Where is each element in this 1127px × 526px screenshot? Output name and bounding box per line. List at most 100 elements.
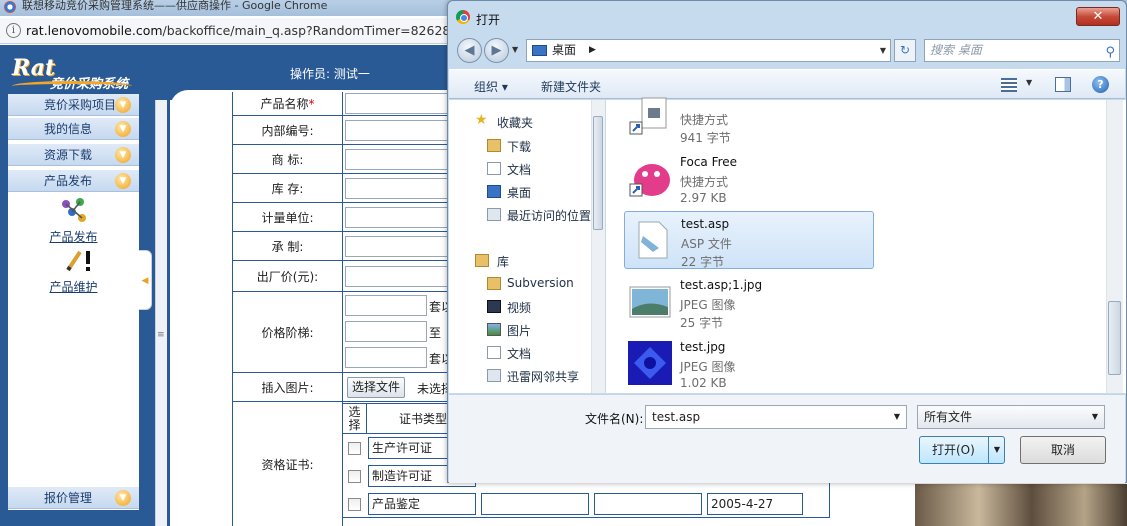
nav-recent-places[interactable]: 最近访问的位置 [507,207,591,224]
search-icon[interactable]: ⚲ [1105,42,1115,63]
sidebar-item-label: 资源下载 [44,148,93,162]
cancel-button[interactable]: 取消 [1020,436,1106,464]
chevron-down-icon[interactable]: ▼ [880,40,886,61]
cert-checkbox-2[interactable] [348,470,361,483]
cert-number-input-3[interactable] [481,493,589,515]
file-size: 25 字节 [680,316,724,330]
search-input[interactable]: 搜索 桌面 ⚲ [924,39,1120,62]
price-tier-input-3[interactable] [345,347,427,368]
preview-pane-icon[interactable] [1055,77,1071,92]
file-open-dialog: 打开 ✕ ◀ ▶ ▼ 桌面 ▶ ▼ ↻ 搜索 桌面 ⚲ 组织 ▾ 新建文件夹 ▼… [447,0,1127,483]
refresh-icon[interactable]: ↻ [894,39,916,62]
nav-favorites[interactable]: 收藏夹 [497,114,533,131]
breadcrumb-desktop[interactable]: 桌面 [552,40,576,61]
view-icon[interactable] [1001,78,1017,92]
product-name-input[interactable] [345,93,461,114]
sidebar-item-my-info[interactable]: 我的信息 ▼ [8,118,139,140]
chevron-down-icon[interactable]: ▼ [115,173,131,189]
open-button[interactable]: 打开(O) ▼ [919,436,1005,464]
field-label: 承 制: [233,232,343,260]
stock-input[interactable] [345,178,461,199]
cert-checkbox-1[interactable] [348,442,361,455]
info-icon[interactable]: i [6,23,21,38]
back-arrow-icon[interactable]: ◀ [457,38,482,63]
file-type: ASP 文件 [681,237,732,251]
file-list-scrollbar-thumb[interactable] [1108,301,1121,375]
network-share-icon [487,369,501,382]
cert-checkbox-3[interactable] [348,498,361,511]
file-item[interactable]: test.asp;1.jpg JPEG 图像 25 字节 [624,273,874,331]
forward-arrow-icon[interactable]: ▶ [484,38,509,63]
filetype-select[interactable]: 所有文件 ▼ [917,405,1105,429]
chevron-down-icon[interactable]: ▼ [115,147,131,163]
address-bar[interactable]: i rat.lenovomobile.com/backoffice/main_q… [0,18,480,44]
chevron-down-icon[interactable]: ▼ [115,490,131,506]
pictures-icon [487,323,501,336]
price-tier-input-1[interactable] [345,295,427,316]
file-item[interactable]: test.jpg JPEG 图像 1.02 KB [624,335,874,393]
field-label: 计量单位: [233,203,343,231]
form-row-insert-image: 插入图片: 选择文件 未选择 [233,373,461,402]
open-split-dropdown-icon[interactable]: ▼ [988,437,1005,463]
url-text[interactable]: rat.lenovomobile.com/backoffice/main_q.a… [26,23,480,38]
nav-documents[interactable]: 文档 [507,161,531,178]
nav-thunder-share[interactable]: 迅雷网邻共享 [507,368,579,385]
nav-library[interactable]: 库 [497,253,509,270]
unit-input[interactable] [345,207,461,228]
price-tier-input-2[interactable] [345,321,427,342]
logo-swoosh [12,81,132,91]
sidebar-item-label: 我的信息 [44,122,93,136]
organize-menu[interactable]: 组织 ▾ [474,78,508,95]
nav-videos[interactable]: 视频 [507,299,531,316]
chevron-down-icon[interactable]: ▼ [115,121,131,137]
nav-subversion[interactable]: Subversion [507,276,574,290]
nav-desktop[interactable]: 桌面 [507,184,531,201]
product-maintain-icon[interactable] [64,248,94,274]
sidebar: 竞价采购项目 ▼ 我的信息 ▼ 资源下载 ▼ 产品发布 ▼ 产品发布 产品维护 … [8,94,139,510]
frame-scrollbar[interactable]: ≡ [155,100,167,526]
history-dropdown-icon[interactable]: ▼ [512,45,518,54]
sidebar-item-downloads[interactable]: 资源下载 ▼ [8,144,139,166]
chevron-down-icon[interactable]: ▼ [115,97,131,113]
filename-input[interactable]: test.asp ▼ [645,405,907,429]
file-item[interactable]: 快捷方式 941 字节 [624,88,874,146]
cert-date-input-3[interactable]: 2005-4-27 [707,493,803,515]
sidebar-collapse-handle[interactable]: ◀ [139,250,152,310]
sub-link-product-maintain[interactable]: 产品维护 [8,278,139,295]
brand-input[interactable] [345,149,461,170]
field-label: 内部编号: [233,116,343,144]
new-folder-button[interactable]: 新建文件夹 [541,78,601,95]
nav-scrollbar-thumb[interactable] [593,116,603,230]
browser-title: 联想移动竞价采购管理系统——供应商操作 - Google Chrome [22,0,328,12]
chevron-down-icon[interactable]: ▼ [1092,406,1098,428]
cert-issuer-input-3[interactable] [594,493,702,515]
factory-price-input[interactable] [345,266,461,287]
help-icon[interactable]: ? [1092,76,1109,93]
close-button[interactable]: ✕ [1076,7,1120,26]
url-host: rat.lenovomobile.com [26,23,163,38]
path-breadcrumb[interactable]: 桌面 ▶ ▼ [526,39,891,62]
logo-rat: Rat [12,55,56,81]
file-name: Foca Free [680,155,738,169]
file-item-selected[interactable]: test.asp ASP 文件 22 字节 [624,211,874,269]
nav-pictures[interactable]: 图片 [507,322,531,339]
manufacturer-input[interactable] [345,236,461,257]
sidebar-item-product-publish[interactable]: 产品发布 ▼ [8,170,139,192]
form-row-price-tiers: 价格阶梯: 套以 至 套以 [233,292,461,373]
choose-file-button[interactable]: 选择文件 [347,377,406,398]
chevron-down-icon[interactable]: ▼ [1026,78,1032,87]
sidebar-item-quote-management[interactable]: 报价管理 ▼ [8,487,139,509]
internal-code-input[interactable] [345,120,461,141]
field-label: 库 存: [233,174,343,202]
product-publish-icon[interactable] [58,196,90,226]
file-item[interactable]: Foca Free 快捷方式 2.97 KB [624,150,874,208]
sub-link-product-publish[interactable]: 产品发布 [8,228,139,245]
breadcrumb-arrow-icon[interactable]: ▶ [589,40,596,61]
nav-lib-documents[interactable]: 文档 [507,345,531,362]
chevron-down-icon[interactable]: ▼ [894,406,900,428]
search-placeholder: 搜索 桌面 [930,43,982,57]
recent-places-icon [487,208,501,221]
sidebar-item-bidding-projects[interactable]: 竞价采购项目 ▼ [8,94,139,116]
cert-type-3[interactable]: 产品鉴定 [368,493,476,515]
nav-downloads[interactable]: 下载 [507,138,531,155]
